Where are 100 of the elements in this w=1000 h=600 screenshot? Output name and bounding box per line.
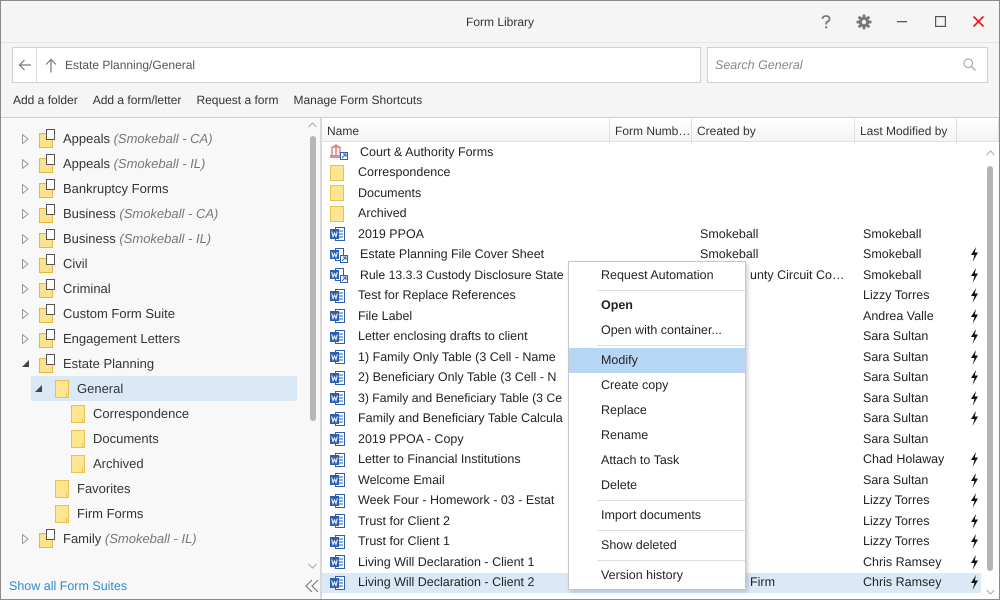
file-name[interactable]: Welcome Email: [358, 470, 445, 490]
document-icon: [330, 370, 346, 386]
tree-item[interactable]: Appeals (Smokeball - CA): [15, 126, 297, 151]
document-icon: [330, 431, 346, 448]
scroll-up-icon[interactable]: [986, 150, 994, 156]
column-header[interactable]: Last Modified by: [855, 118, 957, 144]
tree-item[interactable]: General: [31, 376, 297, 401]
table-cell: Sara Sultan: [863, 350, 928, 364]
toolbar-link[interactable]: Manage Form Shortcuts: [283, 89, 428, 111]
menu-item[interactable]: Create copy: [569, 373, 745, 398]
menu-item[interactable]: Open with container...: [569, 318, 745, 343]
document-icon: [330, 554, 346, 570]
menu-item[interactable]: Attach to Task: [569, 448, 745, 473]
document-icon: [330, 513, 346, 530]
file-name[interactable]: File Label: [358, 306, 412, 326]
toolbar-link[interactable]: Add a folder: [3, 89, 83, 111]
table-cell: Sara Sultan: [863, 472, 928, 487]
folder-icon: [71, 404, 85, 422]
tree-item[interactable]: Business (Smokeball - IL): [15, 226, 297, 251]
scroll-down-icon[interactable]: [986, 589, 994, 595]
file-name[interactable]: Archived: [358, 204, 407, 224]
document-icon: [330, 390, 346, 406]
maximize-icon: [934, 16, 946, 27]
menu-item[interactable]: Version history: [569, 563, 745, 588]
folder-document-icon: [39, 204, 55, 223]
toolbar-link[interactable]: Add a form/letter: [82, 89, 186, 111]
table-cell: Sara Sultan: [863, 329, 928, 344]
file-name[interactable]: Correspondence: [358, 163, 450, 182]
file-name[interactable]: Rule 13.3.3 Custody Disclosure State: [360, 266, 564, 284]
table-cell: Andrea Valle: [863, 308, 934, 323]
menu-item[interactable]: Delete: [569, 473, 745, 498]
tree-item[interactable]: Correspondence: [47, 401, 297, 426]
file-name[interactable]: Letter enclosing drafts to client: [358, 327, 528, 346]
collapse-pane-button[interactable]: [304, 579, 320, 593]
folder-icon: [71, 430, 85, 448]
table-cell: Chris Ramsey: [863, 575, 942, 590]
file-name[interactable]: 2019 PPOA: [358, 224, 424, 244]
toolbar-link[interactable]: Request a form: [186, 89, 284, 111]
scrollbar-thumb[interactable]: [987, 166, 993, 571]
tree-item[interactable]: Bankruptcy Forms: [15, 176, 297, 201]
document-icon: [330, 452, 346, 468]
close-icon: [972, 16, 984, 27]
document-icon: [330, 349, 346, 366]
folder-document-icon: [39, 279, 55, 298]
file-name[interactable]: 3) Family and Beneficiary Table (3 Ce: [358, 389, 562, 408]
file-name[interactable]: Trust for Client 2: [358, 512, 450, 531]
document-icon: [330, 472, 346, 488]
file-name[interactable]: Documents: [358, 184, 422, 203]
tree-item[interactable]: Appeals (Smokeball - IL): [15, 151, 297, 176]
tree-item[interactable]: Business (Smokeball - CA): [15, 201, 297, 226]
menu-item[interactable]: Rename: [569, 423, 745, 448]
scroll-up-icon[interactable]: [308, 122, 317, 128]
tree-item[interactable]: Family (Smokeball - IL): [15, 526, 297, 551]
file-name[interactable]: Family and Beneficiary Table Calcula: [358, 409, 563, 428]
column-header[interactable]: Created by: [692, 118, 855, 144]
tree-item[interactable]: Engagement Letters: [15, 326, 297, 351]
file-name[interactable]: Estate Planning File Cover Sheet: [360, 245, 544, 264]
column-header[interactable]: Form Numb…: [610, 118, 692, 144]
file-name[interactable]: Living Will Declaration - Client 2: [358, 573, 534, 592]
menu-item[interactable]: Replace: [569, 398, 745, 423]
table-cell: Smokeball: [863, 226, 922, 241]
tree-item[interactable]: Criminal: [15, 276, 297, 301]
tree-item[interactable]: Civil: [15, 251, 297, 276]
search-field[interactable]: Search General: [707, 47, 988, 83]
search-icon: [963, 58, 976, 71]
table-cell: Sara Sultan: [863, 432, 928, 446]
menu-item[interactable]: Show deleted: [569, 533, 745, 558]
scrollbar-thumb[interactable]: [310, 136, 316, 421]
folder-document-icon: [39, 329, 55, 348]
back-arrow-icon: [18, 59, 32, 71]
path-text: Estate Planning/General: [65, 57, 196, 74]
table-cell: Lizzy Torres: [863, 534, 930, 548]
file-name[interactable]: Letter to Financial Institutions: [358, 450, 521, 470]
menu-item[interactable]: Request Automation: [569, 263, 745, 288]
column-header[interactable]: Name: [322, 118, 610, 144]
tree-item[interactable]: Archived: [47, 451, 297, 476]
file-name[interactable]: 2019 PPOA - Copy: [358, 430, 464, 449]
menu-item[interactable]: Open: [569, 293, 745, 318]
menu-item[interactable]: Import documents: [569, 503, 745, 528]
tree-item[interactable]: Firm Forms: [31, 501, 297, 526]
tree-item[interactable]: Favorites: [31, 476, 297, 501]
building-shortcut-icon: [330, 144, 348, 160]
menu-item[interactable]: Modify: [569, 348, 745, 373]
file-name[interactable]: Living Will Declaration - Client 1: [358, 552, 534, 572]
file-name[interactable]: Week Four - Homework - 03 - Estat: [358, 491, 554, 510]
table-cell: Lizzy Torres: [863, 514, 930, 528]
tree-item[interactable]: Estate Planning: [15, 351, 297, 376]
document-icon: [330, 288, 346, 304]
file-name[interactable]: Test for Replace References: [358, 286, 516, 306]
scroll-down-icon[interactable]: [308, 563, 317, 569]
file-name[interactable]: Trust for Client 1: [358, 532, 450, 552]
file-name[interactable]: Court & Authority Forms: [360, 142, 494, 162]
double-chevron-icon: [305, 579, 319, 593]
tree-item[interactable]: Custom Form Suite: [15, 301, 297, 326]
file-name[interactable]: 2) Beneficiary Only Table (3 Cell - N: [358, 368, 556, 388]
tree-item[interactable]: Documents: [47, 426, 297, 451]
table-cell: Lizzy Torres: [863, 493, 930, 508]
folder-icon: [55, 380, 69, 398]
file-name[interactable]: 1) Family Only Table (3 Cell - Name: [358, 348, 556, 367]
table-cell-text: Firm: [749, 575, 775, 590]
